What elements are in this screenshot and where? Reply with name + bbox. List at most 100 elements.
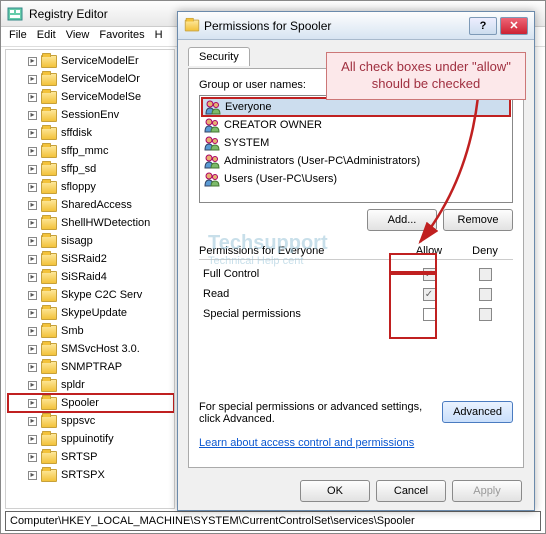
tree-item-sisraid2[interactable]: ▸SiSRaid2 <box>8 250 174 268</box>
tree-item-sisraid4[interactable]: ▸SiSRaid4 <box>8 268 174 286</box>
folder-icon <box>41 469 57 482</box>
tree-item-sessionenv[interactable]: ▸ SessionEnv <box>8 106 174 124</box>
expander-icon[interactable]: ▸ <box>28 273 37 282</box>
allow-highlight-column <box>389 273 437 339</box>
expander-icon[interactable]: ▸ <box>28 93 37 102</box>
folder-icon <box>41 163 57 176</box>
folder-icon <box>41 325 57 338</box>
folder-icon <box>41 433 57 446</box>
tree-item-smb[interactable]: ▸ Smb <box>8 322 174 340</box>
folder-icon <box>41 91 57 104</box>
menu-view[interactable]: View <box>66 29 90 44</box>
cancel-button[interactable]: Cancel <box>376 480 446 502</box>
folder-icon <box>41 289 57 302</box>
expander-icon[interactable]: ▸ <box>28 75 37 84</box>
permissions-title-bar[interactable]: Permissions for Spooler ? ✕ <box>178 12 534 40</box>
folder-icon <box>41 415 57 428</box>
tree-item-servicemodelor[interactable]: ▸ ServiceModelOr <box>8 70 174 88</box>
help-button[interactable]: ? <box>469 17 497 35</box>
tree-item-skypeupdate[interactable]: ▸SkypeUpdate <box>8 304 174 322</box>
tree-label: SRTSPX <box>61 469 105 481</box>
tree-item-snmptrap[interactable]: ▸ SNMPTRAP <box>8 358 174 376</box>
expander-icon[interactable]: ▸ <box>28 291 37 300</box>
folder-icon <box>41 109 57 122</box>
tree-item-skype-c2c-serv[interactable]: ▸ Skype C2C Serv <box>8 286 174 304</box>
expander-icon[interactable]: ▸ <box>28 453 37 462</box>
menu-file[interactable]: File <box>9 29 27 44</box>
expander-icon[interactable]: ▸ <box>28 435 37 444</box>
tree-label: Skype C2C Serv <box>61 289 142 301</box>
tree-label: SNMPTRAP <box>61 361 122 373</box>
tree-label: Smb <box>61 325 84 337</box>
tree-label: SessionEnv <box>61 109 119 121</box>
group-name: Users (User-PC\Users) <box>224 173 337 185</box>
tree-item-spldr[interactable]: ▸spldr <box>8 376 174 394</box>
permissions-title: Permissions for Spooler <box>204 19 466 33</box>
folder-icon <box>41 379 57 392</box>
tree-item-servicemodeler[interactable]: ▸ServiceModelEr <box>8 52 174 70</box>
menu-edit[interactable]: Edit <box>37 29 56 44</box>
permissions-table: Permissions for Everyone Allow Deny Full… <box>199 245 513 324</box>
tab-security[interactable]: Security <box>188 47 250 66</box>
permissions-dialog: Permissions for Spooler ? ✕ Security Gro… <box>177 11 535 511</box>
expander-icon[interactable]: ▸ <box>28 57 37 66</box>
users-icon <box>204 153 220 169</box>
advanced-button[interactable]: Advanced <box>442 401 513 423</box>
users-icon <box>204 171 220 187</box>
expander-icon[interactable]: ▸ <box>28 327 37 336</box>
perm-row-full-control: Full Control✓ <box>199 264 513 284</box>
folder-icon <box>185 20 199 32</box>
expander-icon[interactable]: ▸ <box>28 417 37 426</box>
menu-favorites[interactable]: Favorites <box>99 29 144 44</box>
tree-label: sppuinotify <box>61 433 114 445</box>
tree-item-sppuinotify[interactable]: ▸ sppuinotify <box>8 430 174 448</box>
users-icon <box>205 99 221 115</box>
expander-icon[interactable]: ▸ <box>28 309 37 318</box>
folder-icon <box>41 253 57 266</box>
group-name: SYSTEM <box>224 137 269 149</box>
expander-icon[interactable]: ▸ <box>28 201 37 210</box>
tree-label: sffdisk <box>61 127 92 139</box>
expander-icon[interactable]: ▸ <box>28 255 37 264</box>
tree-item-sffdisk[interactable]: ▸ sffdisk <box>8 124 174 142</box>
tree-item-spooler[interactable]: ▸Spooler <box>8 394 174 412</box>
tree-item-srtspx[interactable]: ▸ SRTSPX <box>8 466 174 484</box>
expander-icon[interactable]: ▸ <box>28 381 37 390</box>
tree-item-sffp-mmc[interactable]: ▸sffp_mmc <box>8 142 174 160</box>
learn-link[interactable]: Learn about access control and permissio… <box>199 437 414 449</box>
folder-icon <box>41 199 57 212</box>
expander-icon[interactable]: ▸ <box>28 237 37 246</box>
folder-icon <box>41 55 57 68</box>
deny-checkbox[interactable] <box>479 268 492 281</box>
expander-icon[interactable]: ▸ <box>28 399 37 408</box>
apply-button[interactable]: Apply <box>452 480 522 502</box>
ok-button[interactable]: OK <box>300 480 370 502</box>
expander-icon[interactable]: ▸ <box>28 183 37 192</box>
close-button[interactable]: ✕ <box>500 17 528 35</box>
tree-item-sharedaccess[interactable]: ▸SharedAccess <box>8 196 174 214</box>
tree-item-smsvchost-3-0-[interactable]: ▸SMSvcHost 3.0. <box>8 340 174 358</box>
expander-icon[interactable]: ▸ <box>28 147 37 156</box>
deny-checkbox[interactable] <box>479 308 492 321</box>
expander-icon[interactable]: ▸ <box>28 363 37 372</box>
tree-item-shellhwdetection[interactable]: ▸ShellHWDetection <box>8 214 174 232</box>
expander-icon[interactable]: ▸ <box>28 471 37 480</box>
tree-label: ServiceModelSe <box>61 91 141 103</box>
regedit-icon <box>7 6 23 22</box>
expander-icon[interactable]: ▸ <box>28 111 37 120</box>
tree-item-sppsvc[interactable]: ▸sppsvc <box>8 412 174 430</box>
deny-checkbox[interactable] <box>479 288 492 301</box>
menu-help[interactable]: H <box>155 29 163 44</box>
folder-icon <box>41 217 57 230</box>
expander-icon[interactable]: ▸ <box>28 219 37 228</box>
tree-item-sisagp[interactable]: ▸sisagp <box>8 232 174 250</box>
tree-item-sffp-sd[interactable]: ▸sffp_sd <box>8 160 174 178</box>
registry-tree[interactable]: ▸ServiceModelEr▸ServiceModelOr▸ServiceMo… <box>5 49 175 509</box>
expander-icon[interactable]: ▸ <box>28 345 37 354</box>
expander-icon[interactable]: ▸ <box>28 165 37 174</box>
tree-item-srtsp[interactable]: ▸SRTSP <box>8 448 174 466</box>
tree-label: ServiceModelOr <box>61 73 140 85</box>
tree-item-servicemodelse[interactable]: ▸ ServiceModelSe <box>8 88 174 106</box>
tree-item-sfloppy[interactable]: ▸sfloppy <box>8 178 174 196</box>
expander-icon[interactable]: ▸ <box>28 129 37 138</box>
